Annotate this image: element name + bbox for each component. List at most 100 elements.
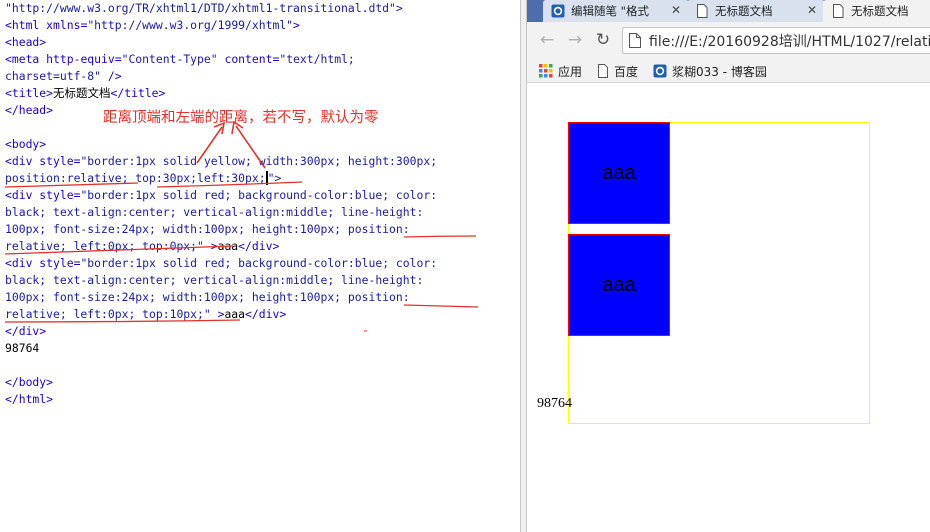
code-token: style= (39, 154, 81, 168)
code-token: "http://www.w3.org/1999/xhtml" (87, 18, 294, 32)
code-line: charset=utf-8" /> (5, 68, 122, 85)
code-line: relative; left:0px; top:0px;" >aaa</div> (5, 238, 279, 255)
page-viewport: aaa aaa 98764 (527, 84, 930, 532)
code-line: 100px; font-size:24px; width:100px; heig… (5, 289, 410, 306)
code-line: black; text-align:center; vertical-align… (5, 204, 423, 221)
reload-icon[interactable]: ↻ (593, 30, 613, 50)
annotation-note: 距离顶端和左端的距离，若不写，默认为零 (103, 110, 379, 126)
code-line: <html xmlns="http://www.w3.org/1999/xhtm… (5, 17, 300, 34)
code-token: content= (217, 52, 280, 66)
code-token: "> (267, 171, 282, 185)
code-token: </head> (5, 103, 54, 117)
back-arrow-icon[interactable]: ← (537, 30, 557, 50)
code-editor[interactable]: "http://www.w3.org/TR/xhtml1/DTD/xhtml1-… (0, 0, 520, 532)
blog-icon (653, 64, 667, 78)
inner-box-2: aaa (568, 234, 670, 336)
document-icon (629, 33, 641, 48)
code-line: "http://www.w3.org/TR/xhtml1/DTD/xhtml1-… (5, 0, 403, 17)
code-token: <meta (5, 52, 47, 66)
code-token: <div (5, 256, 40, 270)
code-token: <title> (5, 86, 54, 100)
code-token: </title> (110, 86, 166, 100)
code-line: <body> (5, 136, 46, 153)
code-line: <div style="border:1px solid red; backgr… (5, 255, 437, 272)
forward-arrow-icon[interactable]: → (565, 30, 585, 50)
tab-label: 无标题文档 (715, 4, 773, 18)
close-icon[interactable]: ✕ (671, 3, 681, 17)
bookmark-label: 浆糊033 - 博客园 (672, 64, 767, 79)
tab-untitled-2-active[interactable]: 无标题文档 (825, 0, 930, 22)
code-line: relative; left:0px; top:10px;" >aaa</div… (5, 306, 286, 323)
code-token: style= (39, 256, 81, 270)
code-token: "Content-Type" (121, 52, 218, 66)
tab-label: 编辑随笔 "格式 (571, 4, 649, 18)
document-icon (697, 4, 708, 18)
code-token: </div> (5, 324, 47, 338)
bookmark-label: 百度 (614, 64, 639, 79)
code-line: </div> (5, 323, 46, 340)
code-token: <div (5, 188, 40, 202)
code-token: > (203, 239, 218, 253)
code-line: <div style="border:1px solid yellow; wid… (5, 153, 437, 170)
code-token: > (293, 18, 300, 32)
close-icon[interactable]: ✕ (807, 3, 817, 17)
code-line: black; text-align:center; vertical-align… (5, 272, 423, 289)
code-line: </html> (5, 391, 53, 408)
code-line: 100px; font-size:24px; width:100px; heig… (5, 221, 410, 238)
code-token: "border:1px solid red; background-color:… (80, 188, 438, 202)
code-token: relative; left:0px; top:10px;" (5, 307, 211, 321)
outer-relative-box: aaa aaa (568, 122, 870, 424)
code-token: <head> (5, 35, 47, 49)
code-token: "text/html; (279, 52, 355, 66)
code-token: </html> (5, 392, 54, 406)
underline-position-3 (403, 304, 479, 308)
code-line: <title>无标题文档</title> (5, 85, 165, 102)
tab-untitled-1[interactable]: 无标题文档 ✕ (689, 0, 823, 22)
code-token: 98764 (5, 341, 40, 355)
bookmark-cnblogs[interactable]: 浆糊033 - 博客园 (653, 62, 767, 80)
bookmarks-bar: 应用 百度 浆糊033 - 博客园 (527, 59, 930, 83)
code-line: 98764 (5, 340, 39, 357)
code-line: </body> (5, 374, 53, 391)
code-line: position:relative; top:30px;left:30px; "> (5, 170, 281, 187)
apps-grid-icon (539, 64, 553, 78)
code-token: position:relative; top:30px;left:30px; (5, 171, 266, 185)
browser-toolbar: ← → ↻ file:///E:/20160928培训/HTML/1027/re… (527, 22, 930, 59)
browser-window: 编辑随笔 "格式 ✕ 无标题文档 ✕ 无标题文档 ← → ↻ file:///E… (527, 0, 930, 532)
code-token: xmlns= (46, 18, 88, 32)
code-token: aaa (217, 239, 239, 253)
code-token: </div> (245, 307, 287, 321)
document-icon (833, 4, 844, 18)
code-token: <body> (5, 137, 47, 151)
tab-label: 无标题文档 (851, 4, 909, 18)
code-token: 100px; font-size:24px; width:100px; heig… (5, 290, 410, 304)
address-bar-url: file:///E:/20160928培训/HTML/1027/relative (649, 33, 930, 50)
code-token: <html (5, 18, 47, 32)
bookmark-label: 应用 (558, 64, 583, 79)
code-token: </div> (238, 239, 280, 253)
bookmark-baidu[interactable]: 百度 (597, 62, 638, 80)
code-token: relative; left:0px; top:0px;" (5, 239, 204, 253)
code-token: /> (101, 69, 122, 83)
trailing-number-text: 98764 (537, 396, 572, 411)
code-token: <div (5, 154, 40, 168)
code-token: http-equiv= (46, 52, 122, 66)
code-token: </body> (5, 375, 54, 389)
code-line: </head> (5, 102, 53, 119)
code-token: "http://www.w3.org/TR/xhtml1/DTD/xhtml1-… (5, 1, 403, 15)
blog-icon (551, 4, 565, 18)
address-bar[interactable]: file:///E:/20160928培训/HTML/1027/relative (622, 27, 930, 54)
code-token: black; text-align:center; vertical-align… (5, 273, 424, 287)
code-token: black; text-align:center; vertical-align… (5, 205, 424, 219)
underline-position-2 (403, 235, 477, 238)
code-token: 100px; font-size:24px; width:100px; heig… (5, 222, 410, 236)
code-token: "border:1px solid red; background-color:… (80, 256, 438, 270)
pane-splitter[interactable] (520, 0, 527, 532)
code-line: <div style="border:1px solid red; backgr… (5, 187, 437, 204)
document-icon (598, 64, 608, 78)
inner-box-1: aaa (568, 122, 670, 224)
tab-blog-editor[interactable]: 编辑随笔 "格式 ✕ (545, 0, 687, 22)
bookmark-apps[interactable]: 应用 (539, 62, 582, 80)
code-line: <meta http-equiv="Content-Type" content=… (5, 51, 355, 68)
code-token: > (210, 307, 225, 321)
